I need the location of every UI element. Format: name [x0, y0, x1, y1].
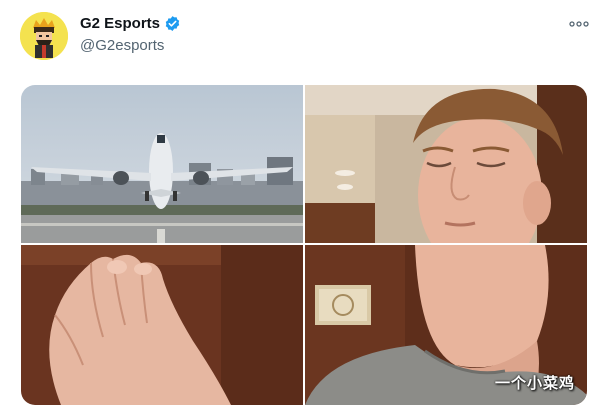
airplane-photo: [21, 85, 303, 243]
image-airplane[interactable]: [21, 85, 303, 243]
watermark-text: 一个小菜鸡: [494, 375, 575, 392]
man-face-photo: [305, 85, 587, 243]
avatar[interactable]: [20, 12, 68, 60]
image-hands[interactable]: [21, 245, 303, 405]
samurai-mascot-icon: [20, 12, 68, 60]
tweet-card: G2 Esports @G2esports 一个小菜鸡: [0, 0, 601, 409]
more-horizontal-icon: [569, 21, 589, 27]
author-name-row[interactable]: G2 Esports: [80, 15, 181, 32]
author-handle[interactable]: @G2esports: [80, 37, 164, 54]
image-man-face[interactable]: [305, 85, 587, 243]
media-grid: 一个小菜鸡: [21, 85, 587, 405]
hands-photo: [21, 245, 303, 405]
more-options-button[interactable]: [566, 14, 592, 34]
verified-badge-icon: [164, 15, 181, 32]
display-name[interactable]: G2 Esports: [80, 15, 160, 32]
